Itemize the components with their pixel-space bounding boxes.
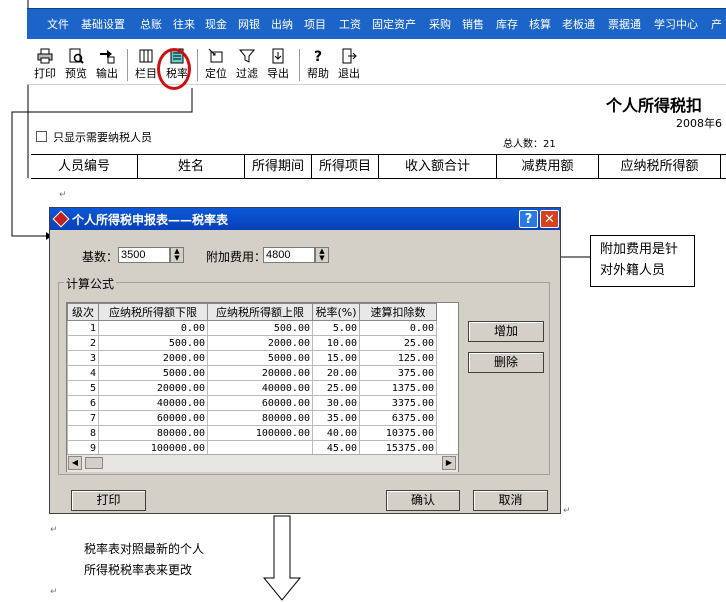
- table-row[interactable]: 5 20000.00 40000.00 25.00 1375.00: [67, 380, 437, 396]
- table-cell[interactable]: 2000.00: [207, 335, 313, 351]
- table-cell[interactable]: 4: [67, 365, 99, 381]
- scroll-left-icon[interactable]: ◀: [68, 456, 82, 470]
- table-cell[interactable]: 5.00: [312, 320, 360, 336]
- table-cell[interactable]: 60000.00: [98, 410, 208, 426]
- table-cell[interactable]: 10375.00: [359, 425, 437, 441]
- table-row[interactable]: 4 5000.00 20000.00 20.00 375.00: [67, 365, 437, 381]
- paragraph-mark: ↵: [50, 525, 58, 535]
- table-cell[interactable]: 6375.00: [359, 410, 437, 426]
- print-dialog-button[interactable]: 打印: [71, 490, 146, 511]
- table-cell[interactable]: 2: [67, 335, 99, 351]
- tax-rate-table: 级次 应纳税所得额下限 应纳税所得额上限 税率(%) 速算扣除数 1 0.00 50…: [67, 303, 437, 456]
- paragraph-mark: ↵: [563, 506, 571, 516]
- table-cell[interactable]: 80000.00: [98, 425, 208, 441]
- paragraph-mark: ↵: [59, 190, 67, 200]
- table-row[interactable]: 8 80000.00 100000.00 40.00 10375.00: [67, 425, 437, 441]
- tax-rate-grid[interactable]: 级次 应纳税所得额下限 应纳税所得额上限 税率(%) 速算扣除数 1 0.00 50…: [66, 302, 459, 472]
- table-cell[interactable]: 30.00: [312, 395, 360, 411]
- table-cell[interactable]: 5: [67, 380, 99, 396]
- ok-button[interactable]: 确认: [386, 490, 460, 511]
- table-cell[interactable]: 60000.00: [207, 395, 313, 411]
- table-cell[interactable]: 15.00: [312, 350, 360, 366]
- delete-button[interactable]: 删除: [468, 352, 544, 373]
- base-input[interactable]: [118, 247, 170, 263]
- extra-fee-input[interactable]: [263, 247, 315, 263]
- table-cell[interactable]: 8: [67, 425, 99, 441]
- grid-header-lower[interactable]: 应纳税所得额下限: [98, 303, 208, 321]
- table-cell[interactable]: 5000.00: [207, 350, 313, 366]
- scroll-thumb[interactable]: [85, 457, 103, 469]
- table-cell[interactable]: 2000.00: [98, 350, 208, 366]
- formula-group-title: 计算公式: [64, 275, 117, 292]
- table-cell[interactable]: 500.00: [207, 320, 313, 336]
- table-cell[interactable]: 20000.00: [98, 380, 208, 396]
- table-cell[interactable]: 35.00: [312, 410, 360, 426]
- table-cell[interactable]: 20.00: [312, 365, 360, 381]
- table-cell[interactable]: 1: [67, 320, 99, 336]
- note-line-1: 税率表对照最新的个人: [84, 542, 205, 556]
- table-cell[interactable]: 25.00: [359, 335, 437, 351]
- grid-header-level[interactable]: 级次: [67, 303, 99, 321]
- table-cell[interactable]: 20000.00: [207, 365, 313, 381]
- table-cell[interactable]: 0.00: [359, 320, 437, 336]
- base-spinner[interactable]: ▲ ▼: [170, 247, 184, 263]
- table-cell[interactable]: 100000.00: [207, 425, 313, 441]
- table-row[interactable]: 6 40000.00 60000.00 30.00 3375.00: [67, 395, 437, 411]
- grid-header-upper[interactable]: 应纳税所得额上限: [207, 303, 313, 321]
- table-row[interactable]: 3 2000.00 5000.00 15.00 125.00: [67, 350, 437, 366]
- grid-header-rate[interactable]: 税率(%): [312, 303, 360, 321]
- table-cell[interactable]: 25.00: [312, 380, 360, 396]
- note-line-2: 所得税税率表来更改: [84, 563, 193, 577]
- scroll-right-icon[interactable]: ▶: [442, 456, 456, 470]
- table-cell[interactable]: 375.00: [359, 365, 437, 381]
- table-cell[interactable]: 125.00: [359, 350, 437, 366]
- close-button[interactable]: ✕: [540, 210, 559, 228]
- table-cell[interactable]: 7: [67, 410, 99, 426]
- table-row[interactable]: 1 0.00 500.00 5.00 0.00: [67, 320, 437, 336]
- table-cell[interactable]: 3375.00: [359, 395, 437, 411]
- table-cell[interactable]: 40.00: [312, 425, 360, 441]
- extra-fee-spinner[interactable]: ▲ ▼: [315, 247, 329, 263]
- horizontal-scrollbar[interactable]: ◀ ▶: [67, 454, 458, 472]
- tax-rate-dialog: 个人所得税申报表——税率表 ? ✕ 基数： ▲▼ 附加费用： ▲▼ 计算公式 级…: [49, 207, 561, 514]
- table-row[interactable]: 7 60000.00 80000.00 35.00 6375.00: [67, 410, 437, 426]
- callout-line-1: 附加费用是针: [600, 242, 679, 257]
- table-cell[interactable]: 40000.00: [98, 395, 208, 411]
- table-cell[interactable]: 6: [67, 395, 99, 411]
- callout-note: 附加费用是针 对外籍人员: [590, 235, 695, 287]
- table-cell[interactable]: 80000.00: [207, 410, 313, 426]
- cancel-button[interactable]: 取消: [473, 490, 548, 511]
- paragraph-mark: ↵: [50, 587, 58, 597]
- table-row[interactable]: 2 500.00 2000.00 10.00 25.00: [67, 335, 437, 351]
- table-cell[interactable]: 500.00: [98, 335, 208, 351]
- table-cell[interactable]: 0.00: [98, 320, 208, 336]
- base-label: 基数：: [82, 250, 119, 264]
- add-button[interactable]: 增加: [468, 321, 544, 342]
- dialog-title: 个人所得税申报表——税率表: [72, 213, 229, 227]
- table-cell[interactable]: 1375.00: [359, 380, 437, 396]
- table-cell[interactable]: 3: [67, 350, 99, 366]
- table-cell[interactable]: 10.00: [312, 335, 360, 351]
- help-title-button[interactable]: ?: [519, 210, 538, 228]
- dialog-titlebar[interactable]: 个人所得税申报表——税率表 ? ✕: [50, 208, 560, 230]
- table-cell[interactable]: 40000.00: [207, 380, 313, 396]
- callout-line-2: 对外籍人员: [600, 263, 666, 278]
- note-text: 税率表对照最新的个人 所得税税率表来更改: [84, 539, 204, 581]
- table-cell[interactable]: 5000.00: [98, 365, 208, 381]
- grid-header-quick-deduction[interactable]: 速算扣除数: [359, 303, 437, 321]
- app-icon: [52, 210, 70, 228]
- extra-fee-label: 附加费用：: [206, 250, 267, 264]
